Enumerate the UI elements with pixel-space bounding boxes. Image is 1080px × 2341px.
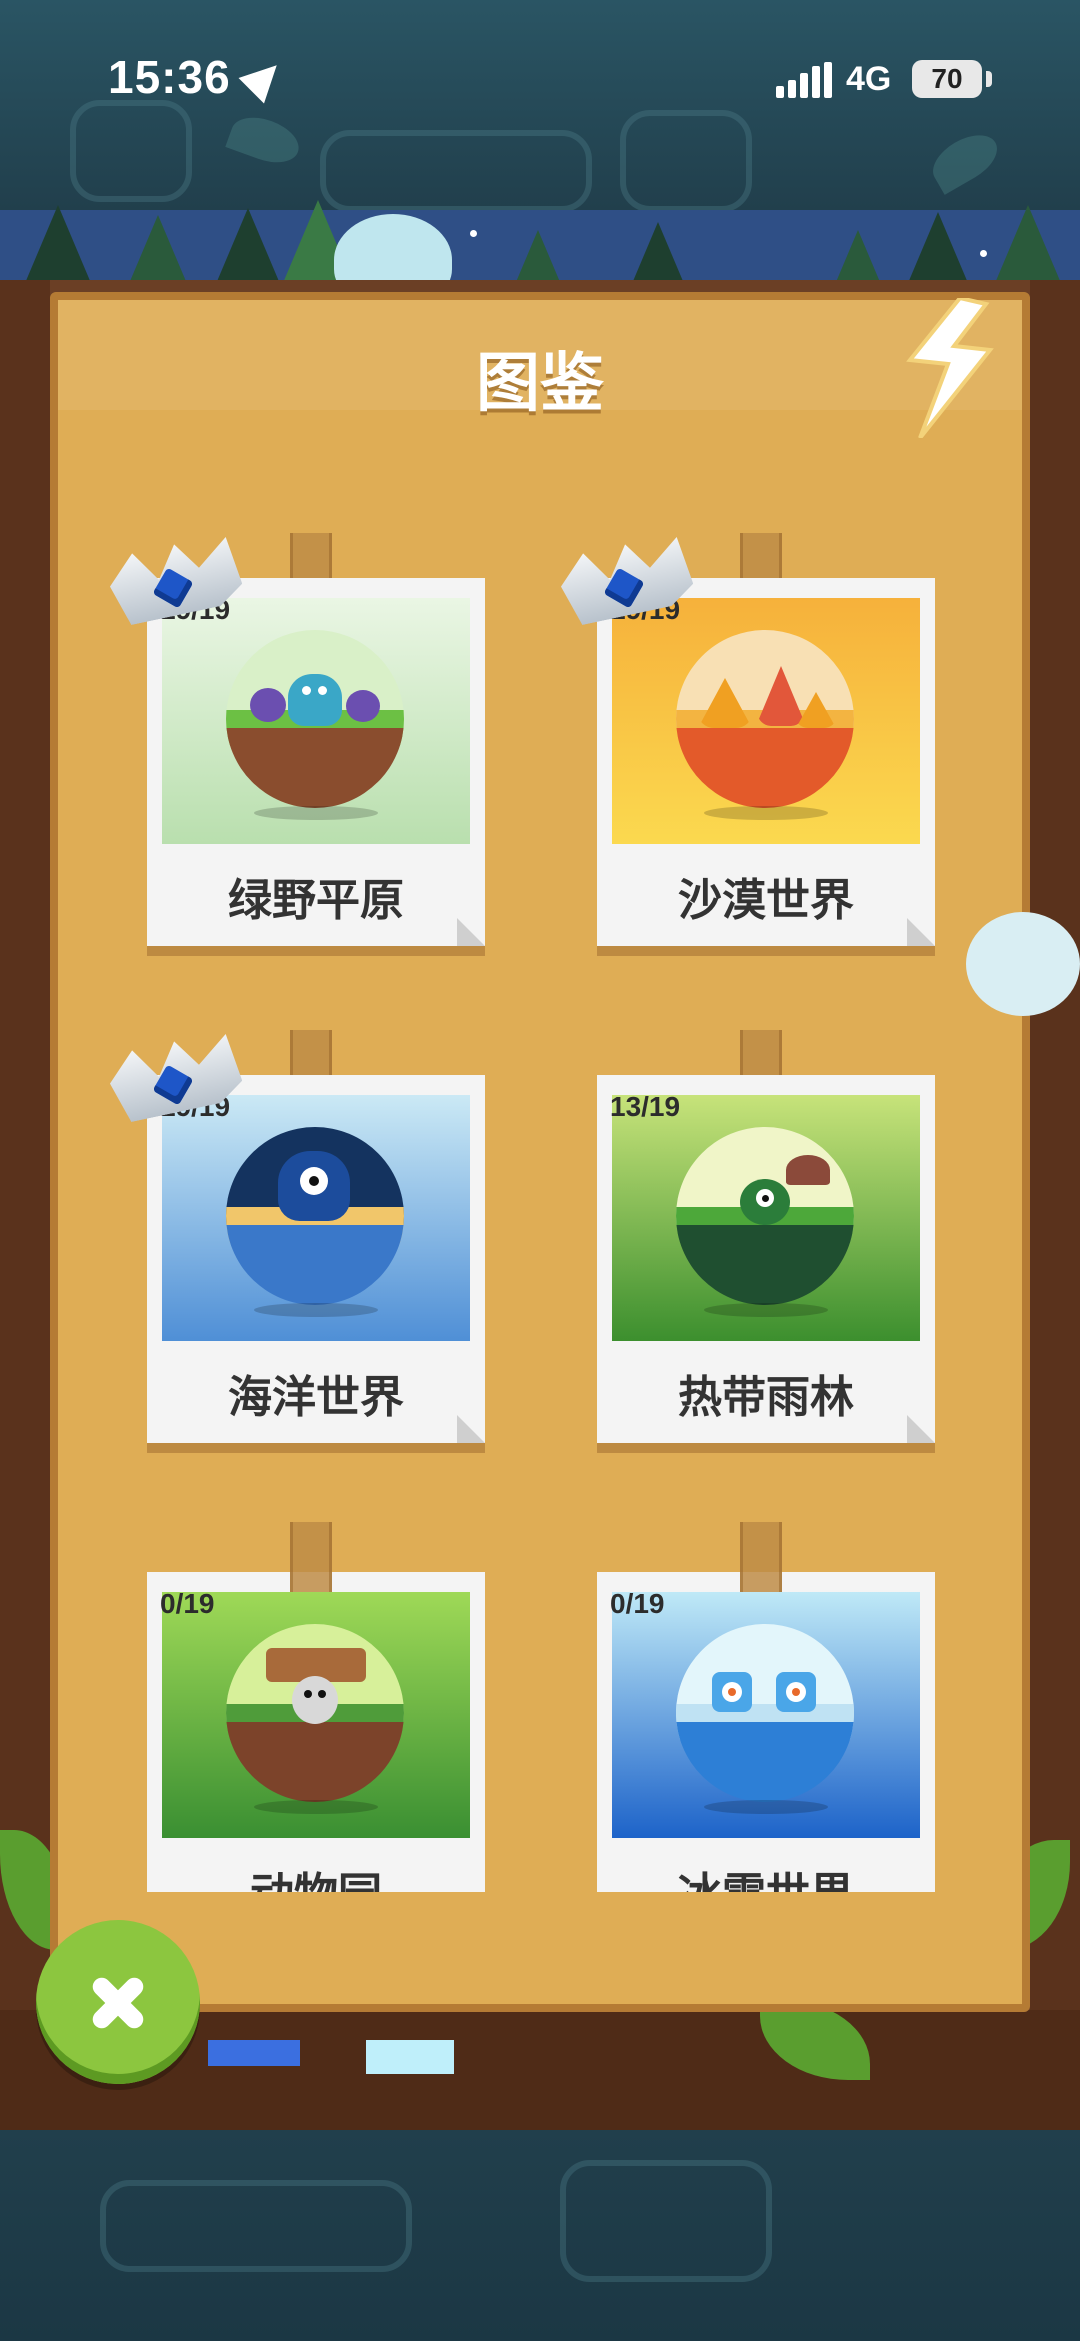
network-type: 4G: [846, 60, 892, 98]
page-fold: [457, 918, 485, 946]
status-bar: 15:36 4G 70: [0, 0, 1080, 160]
status-time: 15:36: [108, 51, 231, 103]
world-name: 沙漠世界: [678, 875, 854, 926]
world-name: 动物园: [147, 1858, 485, 1892]
world-photo: [612, 1592, 920, 1838]
star-decoration: [470, 230, 477, 237]
world-name: 热带雨林: [678, 1372, 854, 1423]
monster-figure: [288, 674, 342, 726]
collection-count: 13/19: [610, 1091, 681, 1122]
world-globe: [676, 1624, 854, 1802]
lightning-icon: [906, 298, 994, 438]
page-fold: [457, 1415, 485, 1443]
tab-decoration: [208, 2040, 300, 2066]
world-globe: [676, 630, 854, 808]
close-button[interactable]: [36, 1920, 200, 2084]
polaroid-frame: 0/19 冰雪世界: [597, 1572, 935, 1892]
monster-figure: [740, 1179, 790, 1225]
world-name: 绿野平原: [228, 875, 404, 926]
world-card-snow[interactable]: 0/19 冰雪世界: [597, 1572, 935, 1892]
tape: [740, 1522, 782, 1592]
polaroid-frame: 13/19 热带雨林: [597, 1075, 935, 1443]
world-globe: [226, 1127, 404, 1305]
crown-icon: [100, 1012, 250, 1132]
peeking-creature: [966, 912, 1080, 1016]
circuit-decoration: [100, 2180, 412, 2272]
world-globe: [676, 1127, 854, 1305]
world-photo: [162, 1592, 470, 1838]
crown-icon: [100, 515, 250, 635]
signal-bars-icon: [776, 62, 832, 98]
monster-figure: [712, 1672, 752, 1712]
world-card-ocean[interactable]: 19/19 海洋世界: [147, 1030, 485, 1455]
location-arrow-icon: [238, 52, 290, 104]
collection-count: 0/19: [610, 1588, 665, 1619]
tab-decoration: [366, 2040, 454, 2074]
world-photo: [612, 1095, 920, 1341]
circuit-decoration: [560, 2160, 772, 2282]
battery-icon: 70: [912, 60, 982, 98]
world-globe: [226, 1624, 404, 1802]
monster-figure: [292, 1676, 338, 1724]
tape: [290, 1522, 332, 1592]
world-globe: [226, 630, 404, 808]
monster-figure: [278, 1151, 350, 1221]
world-name: 海洋世界: [228, 1372, 404, 1423]
world-card-zoo[interactable]: 0/19 动物园: [147, 1572, 485, 1892]
crown-icon: [551, 515, 701, 635]
battery-cap: [986, 71, 992, 87]
star-decoration: [980, 250, 987, 257]
world-card-grassland[interactable]: 19/19 绿野平原: [147, 533, 485, 958]
world-name: 冰雪世界: [597, 1858, 935, 1892]
collection-count: 0/19: [160, 1588, 215, 1619]
world-card-desert[interactable]: 19/19 沙漠世界: [597, 533, 935, 958]
page-fold: [907, 918, 935, 946]
world-card-rainforest[interactable]: 13/19 热带雨林: [597, 1030, 935, 1455]
page-fold: [907, 1415, 935, 1443]
polaroid-frame: 0/19 动物园: [147, 1572, 485, 1892]
